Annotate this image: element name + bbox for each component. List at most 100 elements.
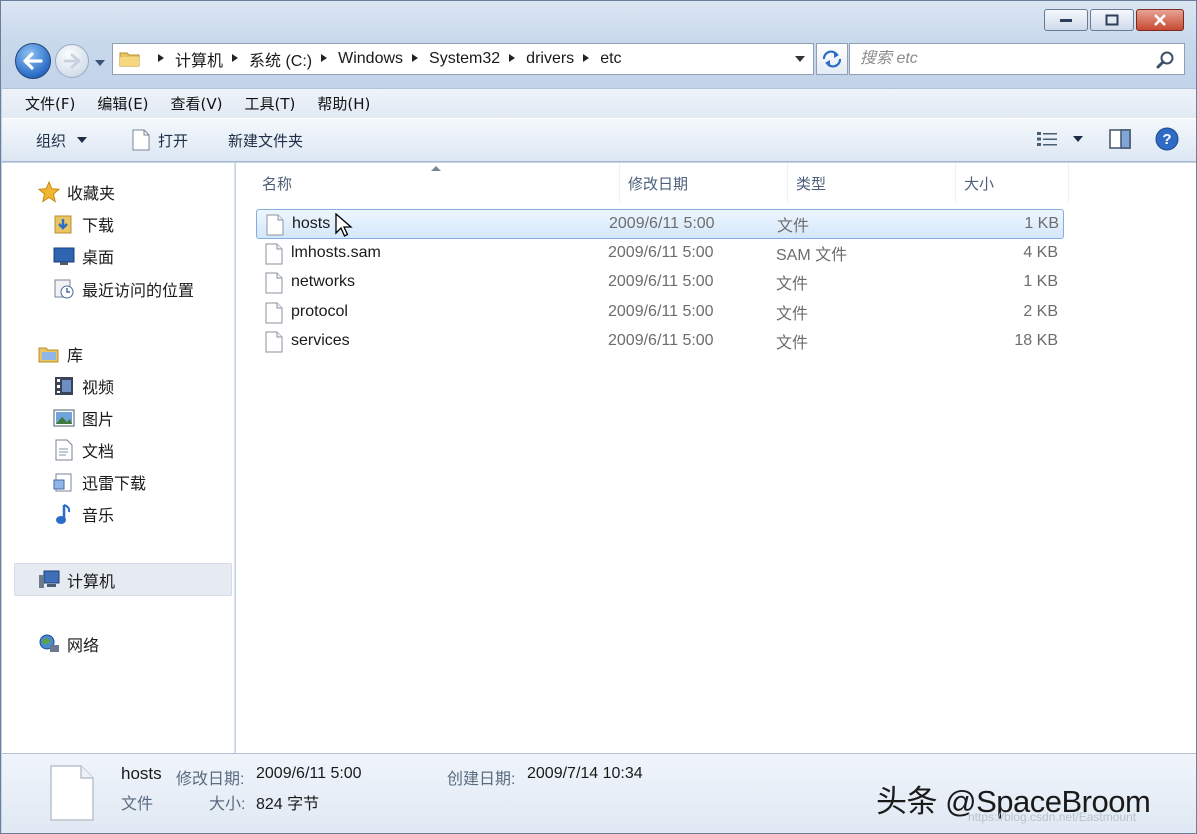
maximize-icon <box>1105 14 1119 26</box>
file-icon <box>266 214 284 236</box>
breadcrumb-item[interactable]: etc <box>600 50 621 68</box>
close-button[interactable] <box>1136 9 1184 31</box>
file-row[interactable]: protocol 2009/6/11 5:00 文件 2 KB <box>256 298 1064 328</box>
organize-button[interactable]: 组织 <box>36 130 90 151</box>
column-header-type[interactable]: 类型 <box>788 163 956 203</box>
file-modified: 2009/6/11 5:00 <box>608 244 714 261</box>
menu-edit[interactable]: 编辑(E) <box>86 93 159 114</box>
breadcrumb-item[interactable]: 系统 (C:) <box>249 47 312 71</box>
sidebar-item-favorites[interactable]: 收藏夹 <box>38 180 115 204</box>
sidebar-label: 库 <box>67 346 84 365</box>
column-header-modified[interactable]: 修改日期 <box>620 163 788 203</box>
search-input[interactable] <box>860 50 1150 68</box>
refresh-icon <box>822 50 842 68</box>
chevron-right-icon[interactable] <box>411 53 421 66</box>
chevron-right-icon[interactable] <box>157 53 167 66</box>
sidebar-item-computer[interactable]: 计算机 <box>38 568 115 592</box>
file-thumbnail-icon <box>50 765 94 821</box>
sidebar-label: 网络 <box>67 636 100 655</box>
document-icon <box>132 129 150 151</box>
file-icon <box>265 272 283 294</box>
recent-pages-dropdown[interactable] <box>93 53 109 67</box>
address-bar[interactable]: 计算机 系统 (C:) Windows System32 drivers etc <box>112 43 814 75</box>
details-created-label: 创建日期: <box>447 771 516 788</box>
chevron-right-icon[interactable] <box>320 53 330 66</box>
sidebar-item-videos[interactable]: 视频 <box>53 374 114 398</box>
address-history-dropdown[interactable] <box>793 52 807 66</box>
back-button[interactable] <box>15 43 51 79</box>
open-button[interactable]: 打开 <box>132 129 188 151</box>
chevron-down-icon <box>77 137 88 143</box>
column-label: 名称 <box>262 174 293 193</box>
sidebar-label: 计算机 <box>67 572 116 591</box>
file-size: 1 KB <box>1024 215 1059 232</box>
menu-bar: 文件(F) 编辑(E) 查看(V) 工具(T) 帮助(H) <box>2 88 1196 118</box>
sidebar-item-documents[interactable]: 文档 <box>53 438 114 462</box>
chevron-right-icon[interactable] <box>231 53 241 66</box>
menu-help[interactable]: 帮助(H) <box>306 93 381 114</box>
sidebar-item-music[interactable]: 音乐 <box>53 502 114 526</box>
sidebar-item-libraries[interactable]: 库 <box>38 342 83 366</box>
sidebar-label: 图片 <box>82 410 115 429</box>
menu-file[interactable]: 文件(F) <box>14 93 86 114</box>
menu-tools[interactable]: 工具(T) <box>234 93 307 114</box>
chevron-right-icon[interactable] <box>582 53 592 66</box>
file-modified: 2009/6/11 5:00 <box>608 303 714 320</box>
maximize-button[interactable] <box>1090 9 1134 31</box>
file-row[interactable]: hosts 2009/6/11 5:00 文件 1 KB <box>256 209 1064 239</box>
column-header-size[interactable]: 大小 <box>956 163 1069 203</box>
download-folder-icon <box>53 473 72 492</box>
open-label: 打开 <box>158 131 189 150</box>
file-row[interactable]: services 2009/6/11 5:00 文件 18 KB <box>256 327 1064 357</box>
menu-view[interactable]: 查看(V) <box>160 93 234 114</box>
sidebar-label: 文档 <box>82 442 115 461</box>
breadcrumb-item[interactable]: Windows <box>338 50 403 68</box>
file-type: SAM 文件 <box>776 247 848 264</box>
minimize-button[interactable] <box>1044 9 1088 31</box>
chevron-right-icon[interactable] <box>508 53 518 66</box>
change-view-button[interactable] <box>1037 131 1085 147</box>
sidebar-item-pictures[interactable]: 图片 <box>53 406 114 430</box>
new-folder-label: 新建文件夹 <box>228 131 304 150</box>
search-box <box>849 43 1185 75</box>
network-icon <box>39 634 59 652</box>
organize-label: 组织 <box>36 131 67 150</box>
refresh-button[interactable] <box>816 43 848 75</box>
breadcrumb-item[interactable]: 计算机 <box>175 47 223 71</box>
chevron-down-icon <box>95 60 105 66</box>
file-size: 2 KB <box>1023 303 1058 320</box>
sidebar-label: 桌面 <box>82 248 115 267</box>
file-list: 名称 修改日期 类型 大小 hosts 2009/6/11 5:00 文件 1 KB l… <box>236 163 1196 753</box>
view-controls: ? <box>1037 127 1179 151</box>
help-icon[interactable]: ? <box>1155 127 1179 151</box>
breadcrumb-item[interactable]: System32 <box>429 50 500 68</box>
file-row[interactable]: lmhosts.sam 2009/6/11 5:00 SAM 文件 4 KB <box>256 239 1064 269</box>
new-folder-button[interactable]: 新建文件夹 <box>228 130 303 151</box>
details-created-value: 2009/7/14 10:34 <box>527 765 643 782</box>
sidebar-item-network[interactable]: 网络 <box>38 632 99 656</box>
details-modified-value: 2009/6/11 5:00 <box>256 765 362 782</box>
computer-icon <box>39 570 60 588</box>
window-controls <box>1044 9 1184 31</box>
column-header-name[interactable]: 名称 <box>254 163 620 203</box>
svg-text:?: ? <box>1162 131 1171 148</box>
file-type: 文件 <box>776 306 809 323</box>
search-icon[interactable] <box>1156 50 1176 70</box>
details-view-icon <box>1037 132 1057 146</box>
sidebar-item-recent-places[interactable]: 最近访问的位置 <box>53 277 194 301</box>
sidebar-item-desktop[interactable]: 桌面 <box>53 244 114 268</box>
details-pane: hosts 修改日期: 2009/6/11 5:00 创建日期: 2009/7/… <box>2 753 1196 833</box>
video-icon <box>55 377 73 395</box>
column-label: 类型 <box>796 174 827 193</box>
forward-arrow-icon <box>63 53 81 69</box>
sidebar-item-thunder-downloads[interactable]: 迅雷下载 <box>53 470 146 494</box>
breadcrumb-item[interactable]: drivers <box>526 50 574 68</box>
navigation-row: 计算机 系统 (C:) Windows System32 drivers etc <box>13 41 1185 79</box>
forward-button[interactable] <box>55 44 89 78</box>
sidebar-item-downloads[interactable]: 下载 <box>53 212 114 236</box>
sidebar-label: 下载 <box>82 216 115 235</box>
file-type: 文件 <box>776 335 809 352</box>
file-row[interactable]: networks 2009/6/11 5:00 文件 1 KB <box>256 268 1064 298</box>
preview-pane-icon[interactable] <box>1109 129 1131 149</box>
chevron-down-icon <box>1073 136 1083 142</box>
